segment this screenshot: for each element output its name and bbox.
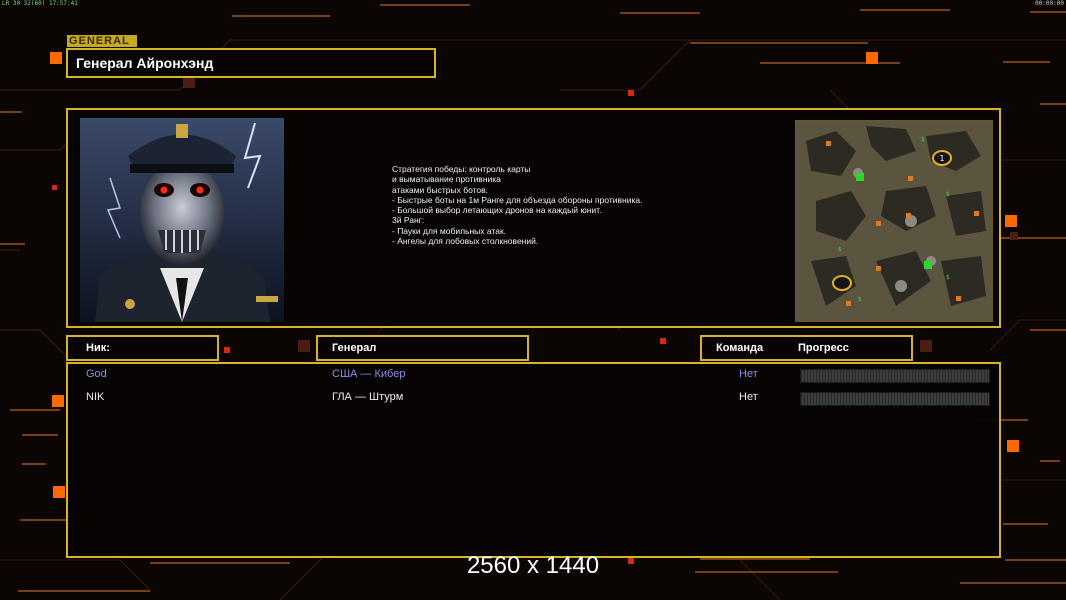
player-general[interactable]: ГЛА — Штурм — [332, 391, 403, 403]
player-nick: NIK — [86, 391, 105, 403]
players-list: God США — Кибер Нет NIK ГЛА — Штурм Нет — [66, 362, 1001, 558]
player-team[interactable]: Нет — [739, 368, 758, 380]
general-title-box: Генерал Айронхэнд — [66, 48, 436, 78]
general-description: Стратегия победы: контроль карты и вымат… — [392, 164, 643, 247]
svg-text:$: $ — [946, 191, 950, 198]
column-header-team-progress: Команда Прогресс — [700, 335, 913, 361]
player-row[interactable]: NIK ГЛА — Штурм Нет — [68, 391, 999, 409]
player-progress-bar — [800, 392, 990, 406]
general-title: Генерал Айронхэнд — [76, 55, 214, 71]
resolution-watermark: 2560 x 1440 — [466, 552, 600, 579]
player-row[interactable]: God США — Кибер Нет — [68, 368, 999, 386]
player-start-marker: 1 — [939, 154, 944, 163]
fps-counter: LR 30 32(60) 17:57:41 — [2, 0, 78, 7]
svg-text:$: $ — [858, 296, 862, 303]
svg-text:$: $ — [838, 246, 842, 253]
game-timer: 00:00:00 — [1035, 0, 1064, 7]
general-info-panel: Стратегия победы: контроль карты и вымат… — [66, 108, 1001, 328]
player-team[interactable]: Нет — [739, 391, 758, 403]
player-general[interactable]: США — Кибер — [332, 368, 405, 380]
player-nick: God — [86, 368, 107, 380]
svg-text:$: $ — [921, 136, 925, 143]
column-header-general: Генерал — [316, 335, 529, 361]
svg-text:$: $ — [946, 274, 950, 281]
player-progress-bar — [800, 369, 990, 383]
column-header-nick: Ник: — [66, 335, 219, 361]
general-portrait — [80, 118, 284, 322]
general-tag: GENERAL — [67, 35, 137, 47]
map-preview: $ $ $ $ $ 1 — [795, 120, 993, 322]
